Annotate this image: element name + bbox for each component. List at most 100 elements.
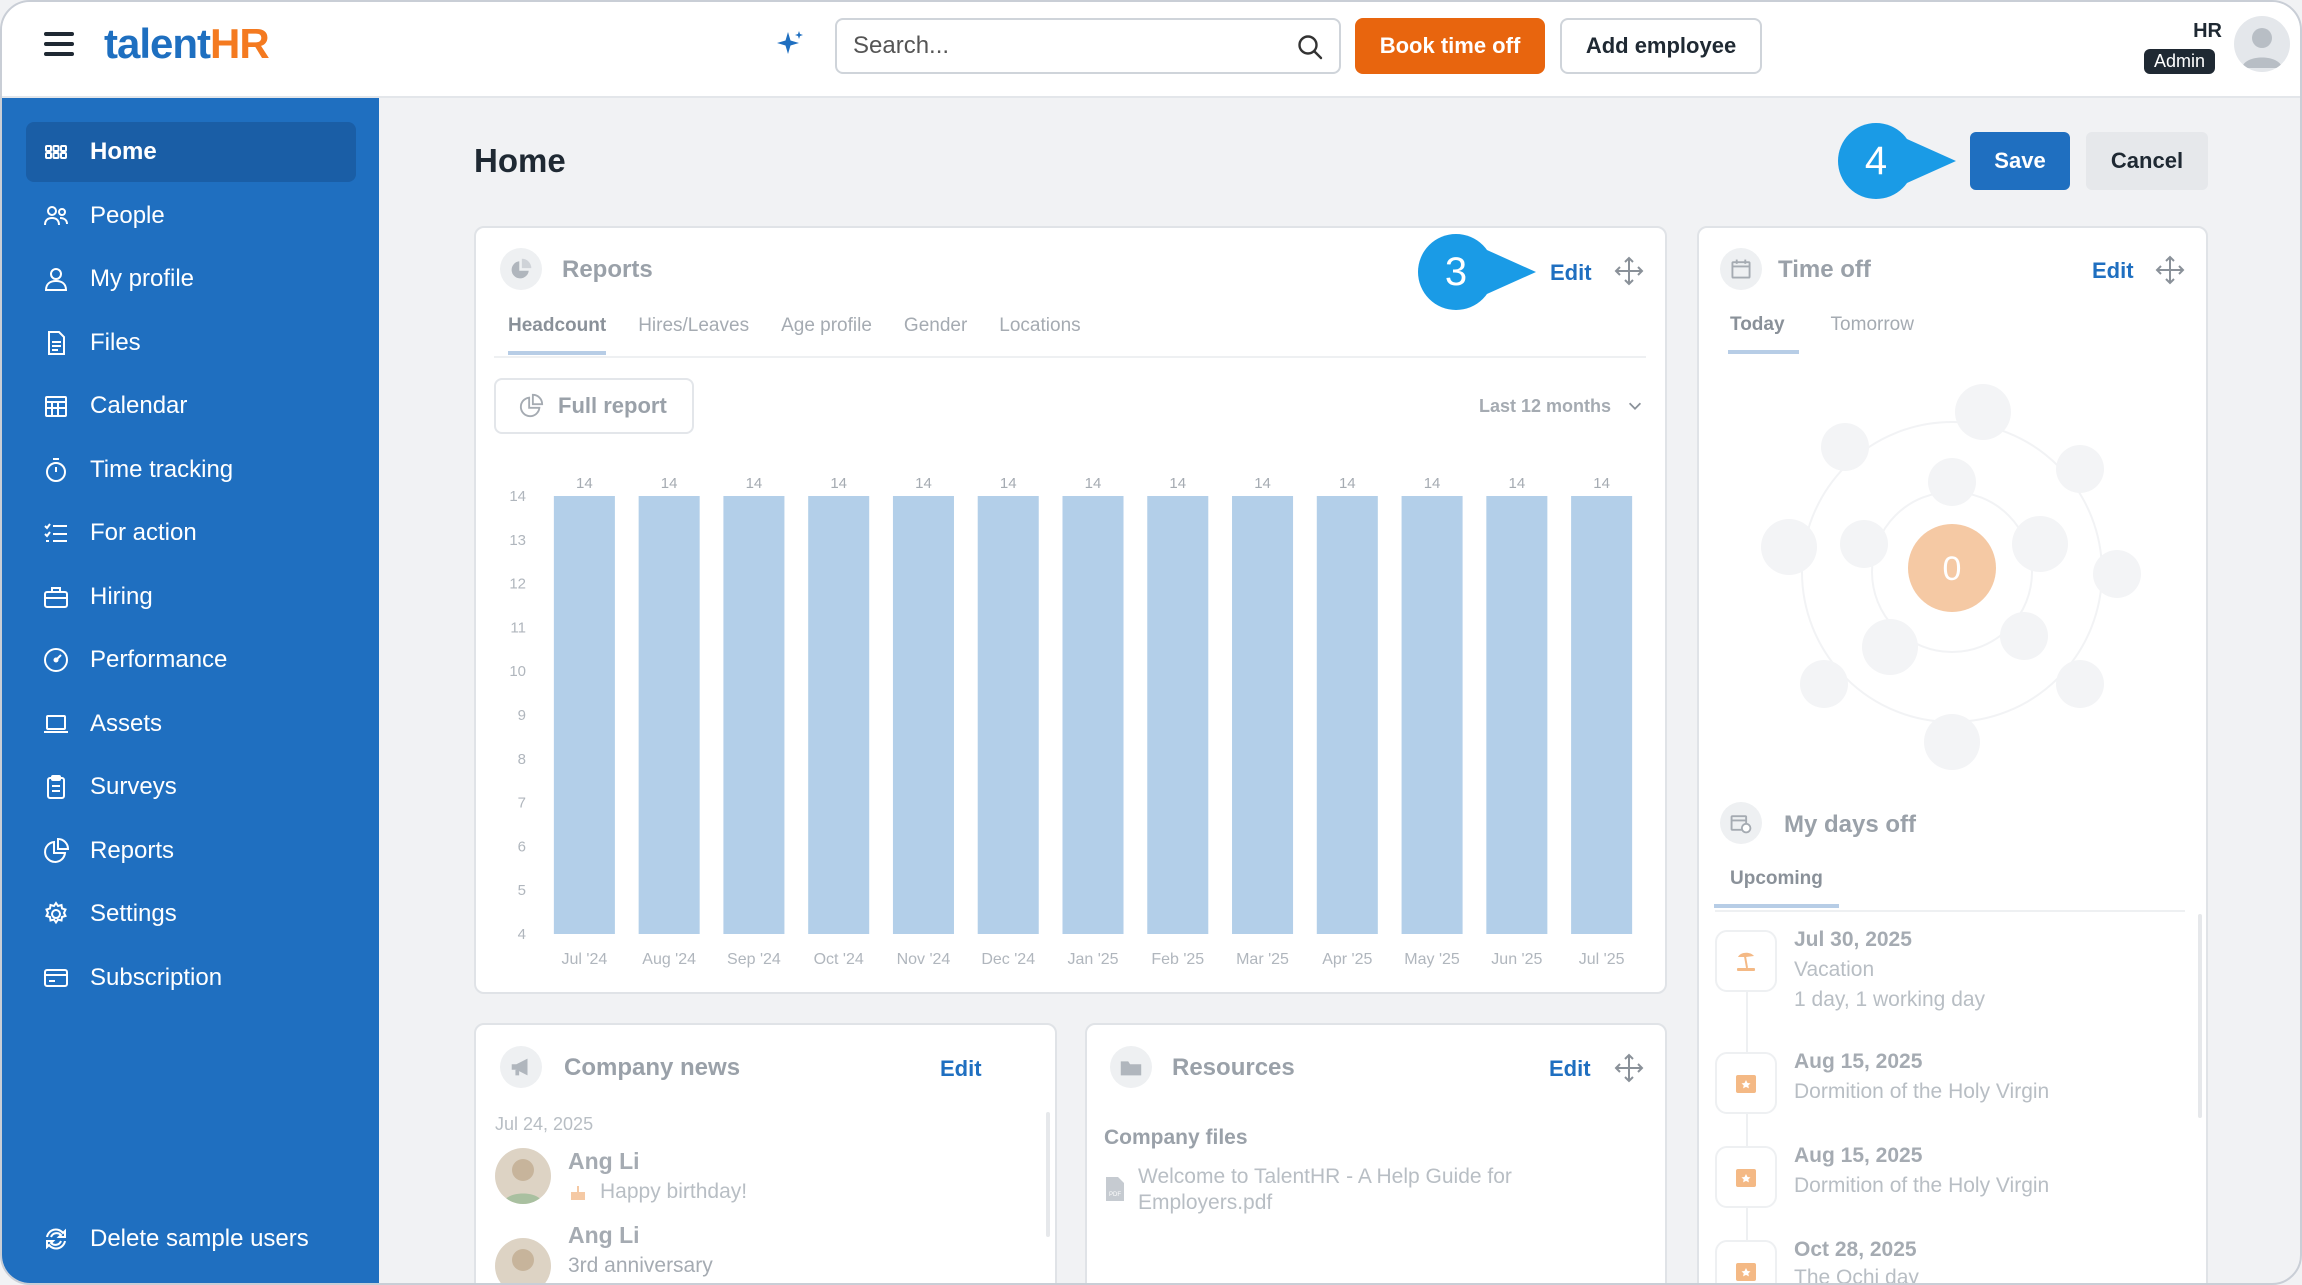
step-3-badge: 3 [1418,234,1536,310]
move-icon[interactable] [2154,254,2186,286]
card-icon [42,964,70,992]
cancel-button[interactable]: Cancel [2086,132,2208,190]
sidebar-item-label: Hiring [90,583,153,610]
tab-headcount[interactable]: Headcount [508,315,607,355]
sidebar-item-performance[interactable]: Performance [26,630,356,690]
full-report-button[interactable]: Full report [494,378,694,434]
bar-value-label: 14 [1424,475,1441,492]
sidebar-item-for-action[interactable]: For action [26,503,356,563]
chart-bar[interactable] [553,496,615,934]
sidebar-item-time-tracking[interactable]: Time tracking [26,440,356,500]
sidebar-item-my-profile[interactable]: My profile [26,249,356,309]
gear-icon [42,900,70,928]
tab-tomorrow[interactable]: Tomorrow [1831,314,1914,354]
x-tick-label: Aug '24 [642,951,696,968]
sidebar-item-label: Performance [90,646,228,673]
move-icon[interactable] [1613,255,1645,287]
bar-value-label: 14 [1509,475,1526,492]
tab-today[interactable]: Today [1728,314,1799,354]
chart-bar[interactable] [977,496,1039,934]
x-tick-label: Jan '25 [1067,951,1118,968]
sidebar-item-people[interactable]: People [26,186,356,246]
chart-bar[interactable] [1486,496,1548,934]
sidebar-item-home[interactable]: Home [26,122,356,182]
x-tick-label: Oct '24 [814,951,864,968]
headcount-chart: 14 13 12 11 10 9 8 7 6 5 4 14 Jul '24 14 Aug '24 14 Sep … [509,475,1633,968]
days-off-date: Jul 30, 2025 [1794,928,1912,951]
sidebar: Home People My profile Files Calendar Ti… [2,98,379,1283]
menu-icon[interactable] [44,32,74,56]
laptop-icon [42,710,70,738]
tab-gender[interactable]: Gender [904,315,967,355]
x-tick-label: Mar '25 [1236,951,1289,968]
chart-bar[interactable] [1147,496,1209,934]
app-logo[interactable]: talentHR [104,20,270,68]
delete-sample-users-label: Delete sample users [90,1225,309,1252]
y-tick-label: 10 [509,663,526,680]
save-button[interactable]: Save [1970,132,2070,190]
avatar-icon [2242,28,2282,68]
calendar-icon [1720,248,1762,290]
scrollbar[interactable] [1046,1112,1050,1237]
sparkle-icon[interactable] [774,28,806,60]
chart-bar[interactable] [1401,496,1463,934]
book-time-off-button[interactable]: Book time off [1355,18,1545,74]
chevron-down-icon [1629,402,1642,410]
sidebar-item-reports[interactable]: Reports [26,821,356,881]
tab-locations[interactable]: Locations [999,315,1080,355]
y-tick-label: 11 [510,619,526,636]
sidebar-item-assets[interactable]: Assets [26,694,356,754]
sidebar-item-settings[interactable]: Settings [26,884,356,944]
sidebar-item-surveys[interactable]: Surveys [26,757,356,817]
off-count: 0 [1943,550,1962,588]
sidebar-item-hiring[interactable]: Hiring [26,567,356,627]
sidebar-item-calendar[interactable]: Calendar [26,376,356,436]
sidebar-item-label: People [90,202,165,229]
chart-bar[interactable] [723,496,785,934]
time-off-edit-link[interactable]: Edit [2092,258,2134,284]
tab-upcoming[interactable]: Upcoming [1714,868,1839,908]
sidebar-item-label: Assets [90,710,163,737]
move-icon[interactable] [1613,1052,1645,1084]
tab-age-profile[interactable]: Age profile [781,315,872,355]
period-select[interactable]: Last 12 months [1479,396,1644,417]
holiday-icon [1715,1146,1777,1208]
chart-bar[interactable] [892,496,954,934]
chart-bar[interactable] [1316,496,1378,934]
scrollbar[interactable] [2198,914,2202,1118]
chart-bar[interactable] [808,496,870,934]
search-box[interactable] [835,18,1341,74]
search-input[interactable] [853,32,1273,60]
resource-file-name-line1: Welcome to TalentHR - A Help Guide for [1138,1165,1512,1188]
days-off-type: Dormition of the Holy Virgin [1794,1174,2050,1197]
sidebar-item-label: Reports [90,837,175,864]
x-tick-label: Jul '24 [562,951,608,968]
x-tick-label: Apr '25 [1322,951,1372,968]
resource-file-link[interactable]: Welcome to TalentHR - A Help Guide for E… [1138,1164,1512,1216]
my-days-off-title: My days off [1784,811,1917,838]
stopwatch-icon [42,456,70,484]
sidebar-item-subscription[interactable]: Subscription [26,948,356,1008]
x-tick-label: Dec '24 [981,951,1035,968]
user-name: HR [2193,20,2222,42]
step-4-number: 4 [1865,139,1887,183]
resources-edit-link[interactable]: Edit [1549,1056,1591,1082]
chart-bar[interactable] [1062,496,1124,934]
sidebar-item-files[interactable]: Files [26,313,356,373]
chart-bar[interactable] [1232,496,1294,934]
user-icon [42,265,70,293]
reports-edit-link[interactable]: Edit [1550,260,1592,286]
step-3-number: 3 [1445,250,1467,294]
add-employee-button[interactable]: Add employee [1560,18,1762,74]
gauge-icon [42,646,70,674]
chart-bar[interactable] [638,496,700,934]
sidebar-item-label: For action [90,519,197,546]
company-news-edit-link[interactable]: Edit [940,1056,982,1082]
user-avatar[interactable] [2234,16,2290,72]
holiday-icon [1715,1240,1777,1283]
delete-sample-users-button[interactable]: Delete sample users [26,1209,356,1269]
tab-hires-leaves[interactable]: Hires/Leaves [638,315,749,355]
chart-bar[interactable] [1571,496,1633,934]
search-icon[interactable] [1295,32,1325,62]
days-off-date: Oct 28, 2025 [1794,1238,1917,1261]
